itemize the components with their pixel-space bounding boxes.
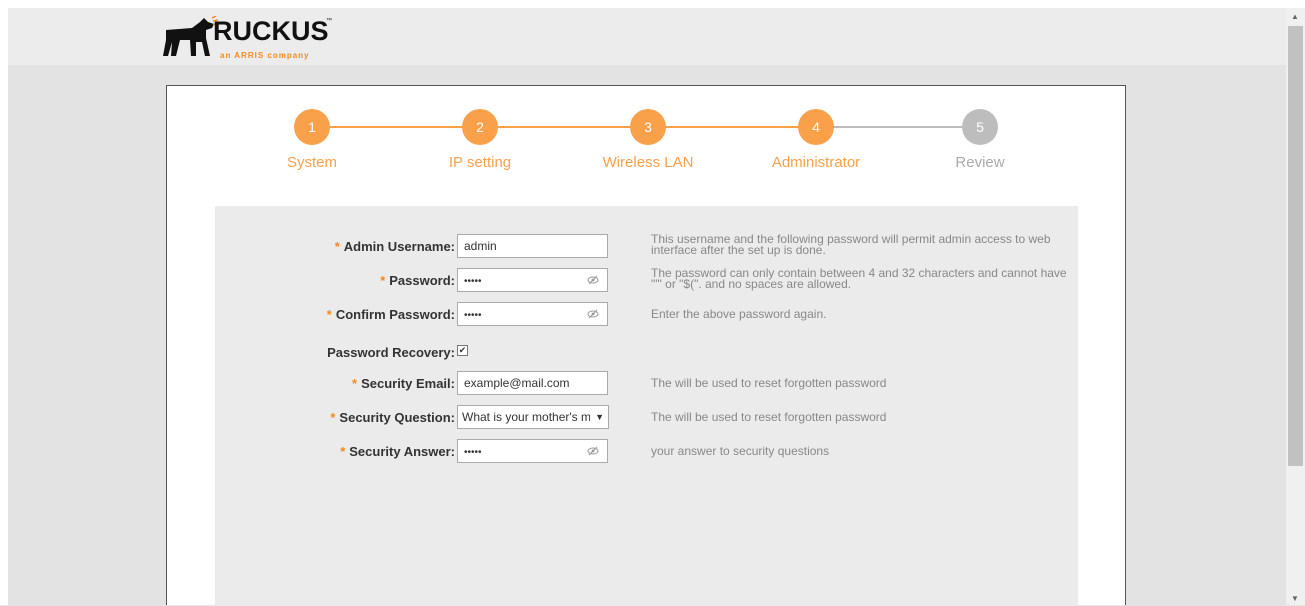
security-answer-row: * Security Answer: ••••• your answer to s… — [215, 439, 1078, 465]
scrollbar-thumb[interactable] — [1288, 26, 1303, 466]
chevron-down-icon: ▼ — [595, 412, 604, 422]
required-mark: * — [340, 444, 346, 459]
step-5-circle[interactable]: 5 — [962, 109, 998, 145]
required-mark: * — [380, 273, 386, 288]
required-mark: * — [326, 307, 332, 322]
step-connector-3 — [648, 126, 816, 128]
step-4-circle[interactable]: 4 — [798, 109, 834, 145]
security-question-row: * Security Question: What is your mother'… — [215, 405, 1078, 431]
password-recovery-checkbox[interactable]: ✔ — [457, 345, 468, 356]
required-mark: * — [330, 410, 336, 425]
confirm-password-value: ••••• — [464, 310, 482, 321]
dog-logo-icon — [163, 16, 219, 56]
step-1-circle[interactable]: 1 — [294, 109, 330, 145]
step-3-label: Wireless LAN — [602, 154, 694, 171]
scroll-up-arrow-icon[interactable]: ▲ — [1291, 12, 1299, 21]
security-question-select[interactable]: What is your mother's maiden name? ▼ — [457, 405, 609, 429]
security-answer-value: ••••• — [464, 447, 482, 458]
step-connector-4 — [816, 126, 984, 128]
security-question-label: * Security Question: — [330, 410, 455, 425]
vertical-scrollbar[interactable]: ▲ ▼ — [1286, 8, 1305, 605]
security-answer-label: * Security Answer: — [340, 444, 455, 459]
password-label-text: Password: — [389, 273, 455, 288]
security-email-row: * Security Email: example@mail.com The wi… — [215, 371, 1078, 397]
admin-username-hint: This username and the following password… — [651, 232, 1051, 257]
step-connector-1 — [312, 126, 480, 128]
security-question-label-text: Security Question: — [339, 410, 455, 425]
password-value: ••••• — [464, 276, 482, 287]
password-hint: The password can only contain between 4 … — [651, 266, 1067, 291]
wizard-steps: 1 2 3 4 5 System IP setting Wireless LAN… — [167, 86, 1127, 196]
brand-name: RUCKUS — [213, 16, 329, 46]
confirm-password-row: * Confirm Password: ••••• Enter the above… — [215, 302, 1078, 328]
password-label: * Password: — [380, 273, 455, 288]
security-email-label: * Security Email: — [352, 376, 455, 391]
confirm-password-label-text: Confirm Password: — [335, 307, 455, 322]
required-mark: * — [352, 376, 358, 391]
window-top-edge — [0, 0, 1305, 8]
confirm-password-input[interactable]: ••••• — [457, 302, 608, 326]
admin-username-label-text: Admin Username: — [343, 239, 455, 254]
brand-tagline: an ARRIS company — [220, 51, 310, 60]
password-row: * Password: ••••• The password can only c… — [215, 266, 1078, 294]
security-answer-label-text: Security Answer: — [349, 444, 455, 459]
password-recovery-row: Password Recovery: ✔ — [215, 340, 1078, 366]
eye-slash-icon[interactable] — [587, 445, 599, 457]
eye-slash-icon[interactable] — [587, 308, 599, 320]
admin-username-input[interactable]: admin — [457, 234, 608, 258]
admin-username-label: * Admin Username: — [335, 239, 455, 254]
window-left-edge — [0, 0, 8, 605]
security-question-value: What is your mother's maiden name? — [462, 410, 590, 424]
eye-slash-icon[interactable] — [587, 274, 599, 286]
step-3-circle[interactable]: 3 — [630, 109, 666, 145]
setup-wizard-panel: 1 2 3 4 5 System IP setting Wireless LAN… — [166, 85, 1127, 606]
security-email-hint: The will be used to reset forgotten pass… — [651, 376, 887, 390]
step-2-circle[interactable]: 2 — [462, 109, 498, 145]
security-answer-input[interactable]: ••••• — [457, 439, 608, 463]
confirm-password-label: * Confirm Password: — [327, 307, 455, 322]
trademark-mark: ™ — [326, 18, 332, 24]
admin-username-row: * Admin Username: admin This username and… — [215, 232, 1078, 260]
step-1-label: System — [286, 154, 337, 171]
administrator-form: * Admin Username: admin This username and… — [215, 206, 1078, 606]
ruckus-logo: RUCKUS ™ an ARRIS company — [158, 10, 348, 62]
confirm-password-hint: Enter the above password again. — [651, 307, 827, 321]
security-email-input[interactable]: example@mail.com — [457, 371, 608, 395]
password-input[interactable]: ••••• — [457, 268, 608, 292]
security-email-label-text: Security Email: — [361, 376, 455, 391]
scroll-down-arrow-icon[interactable]: ▼ — [1291, 594, 1299, 603]
required-mark: * — [334, 239, 340, 254]
security-question-hint: The will be used to reset forgotten pass… — [651, 410, 887, 424]
step-2-label: IP setting — [448, 154, 512, 171]
security-answer-hint: your answer to security questions — [651, 444, 830, 458]
step-5-label: Review — [955, 154, 1005, 171]
step-4-label: Administrator — [771, 154, 861, 171]
password-recovery-label: Password Recovery: — [327, 345, 455, 360]
step-connector-2 — [480, 126, 648, 128]
